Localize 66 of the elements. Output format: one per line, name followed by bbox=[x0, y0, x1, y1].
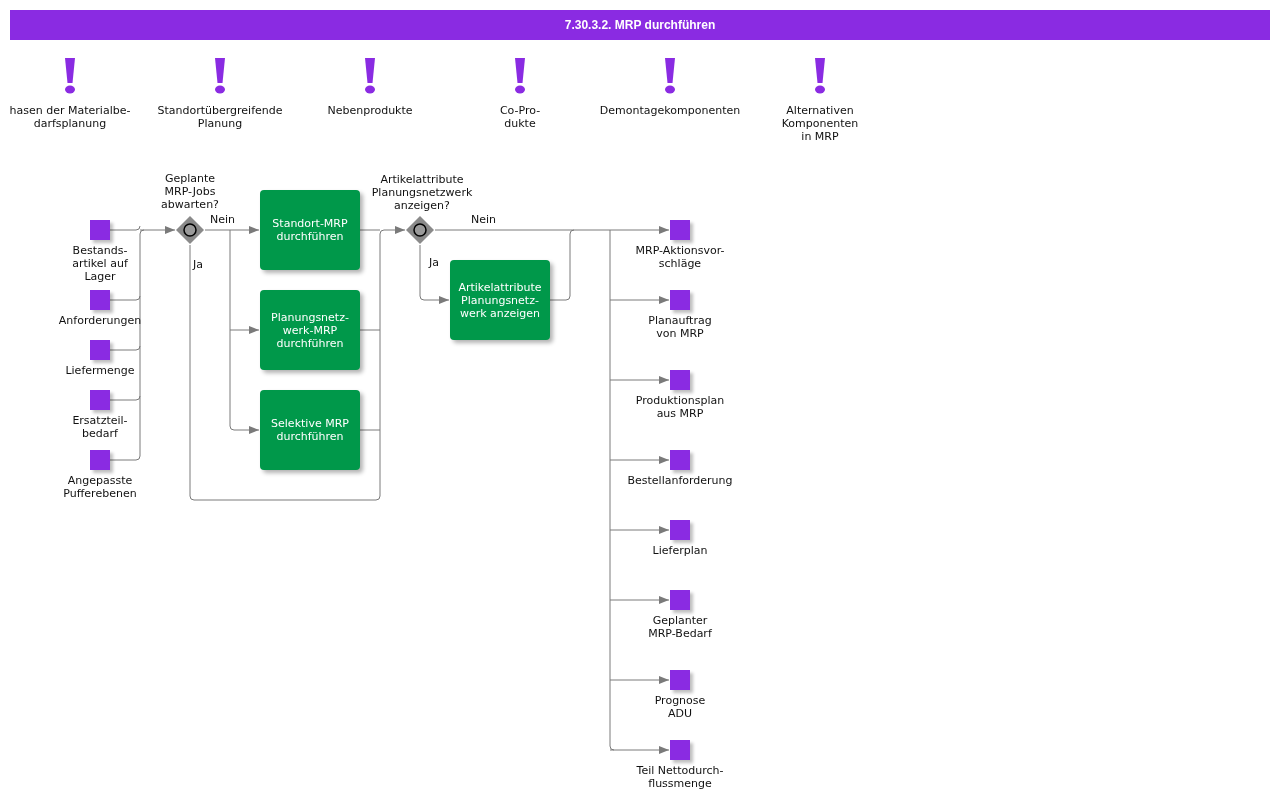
yes-label: Ja bbox=[429, 256, 439, 269]
gateway-question: Geplante MRP-Jobs abwarten? bbox=[161, 172, 219, 211]
connector-arrow bbox=[423, 296, 450, 304]
connector-arrow bbox=[609, 676, 670, 684]
task-box: Selektive MRP durchführen bbox=[260, 390, 360, 470]
input-object-icon bbox=[90, 290, 110, 310]
input-object-icon bbox=[90, 220, 110, 240]
input-object-icon bbox=[90, 450, 110, 470]
exclamation-icon bbox=[363, 58, 377, 94]
output-object-icon bbox=[670, 520, 690, 540]
output-label: MRP-Aktionsvor- schläge bbox=[635, 244, 725, 270]
output-label: Lieferplan bbox=[652, 544, 708, 557]
exclamation-icon bbox=[813, 58, 827, 94]
connector-arrow bbox=[204, 226, 260, 234]
connector-arrow bbox=[609, 526, 670, 534]
connector-arrow bbox=[229, 326, 260, 334]
output-label: Geplanter MRP-Bedarf bbox=[648, 614, 712, 640]
input-label: Bestands- artikel auf Lager bbox=[72, 244, 128, 283]
output-object-icon bbox=[670, 740, 690, 760]
connector-arrow bbox=[609, 746, 670, 754]
task-box: Standort-MRP durchführen bbox=[260, 190, 360, 270]
no-label: Nein bbox=[471, 213, 497, 226]
output-label: Prognose ADU bbox=[654, 694, 706, 720]
output-object-icon bbox=[670, 370, 690, 390]
output-label: Produktionsplan aus MRP bbox=[635, 394, 725, 420]
output-label: Planauftrag von MRP bbox=[648, 314, 712, 340]
exclamation-icon bbox=[63, 58, 77, 94]
connector-line bbox=[419, 244, 425, 301]
input-label: Anforderungen bbox=[58, 314, 142, 327]
output-object-icon bbox=[670, 450, 690, 470]
task-box: Artikelattribute Planungsnetz- werk anzeigen bbox=[450, 260, 550, 340]
note-label: Standortübergreifende Planung bbox=[157, 104, 283, 130]
input-label: Liefermenge bbox=[65, 364, 135, 377]
connector-arrow bbox=[383, 226, 406, 234]
gateway-icon bbox=[405, 215, 435, 245]
input-object-icon bbox=[90, 390, 110, 410]
output-object-icon bbox=[670, 590, 690, 610]
input-object-icon bbox=[90, 340, 110, 360]
connector-arrow bbox=[609, 376, 670, 384]
exclamation-icon bbox=[513, 58, 527, 94]
output-object-icon bbox=[670, 220, 690, 240]
note-label: Co-Pro- dukte bbox=[499, 104, 541, 130]
task-box: Planungsnetz- werk-MRP durchführen bbox=[260, 290, 360, 370]
note-label: Nebenprodukte bbox=[327, 104, 413, 117]
connector-arrow bbox=[609, 596, 670, 604]
output-label: Bestellanforderung bbox=[627, 474, 733, 487]
output-label: Teil Nettodurch- flussmenge bbox=[636, 764, 724, 790]
exclamation-icon bbox=[213, 58, 227, 94]
exclamation-icon bbox=[663, 58, 677, 94]
yes-label: Ja bbox=[193, 258, 203, 271]
note-label: hasen der Materialbe- darfsplanung bbox=[9, 104, 131, 130]
connector-arrow bbox=[609, 456, 670, 464]
output-object-icon bbox=[670, 670, 690, 690]
connector-arrow bbox=[233, 426, 260, 434]
note-label: Alternativen Komponenten in MRP bbox=[781, 104, 859, 143]
gateway-question: Artikelattribute Planungsnetzwerk anzeigen? bbox=[371, 173, 473, 212]
connector-arrow bbox=[609, 226, 670, 234]
gateway-icon bbox=[175, 215, 205, 245]
input-label: Ersatzteil- bedarf bbox=[72, 414, 128, 440]
note-label: Demontagekomponenten bbox=[599, 104, 741, 117]
connector-arrow bbox=[609, 296, 670, 304]
no-label: Nein bbox=[210, 213, 236, 226]
input-label: Angepasste Pufferebenen bbox=[63, 474, 137, 500]
diagram-title: 7.30.3.2. MRP durchführen bbox=[10, 10, 1270, 40]
output-object-icon bbox=[670, 290, 690, 310]
connector-arrow bbox=[139, 226, 176, 234]
